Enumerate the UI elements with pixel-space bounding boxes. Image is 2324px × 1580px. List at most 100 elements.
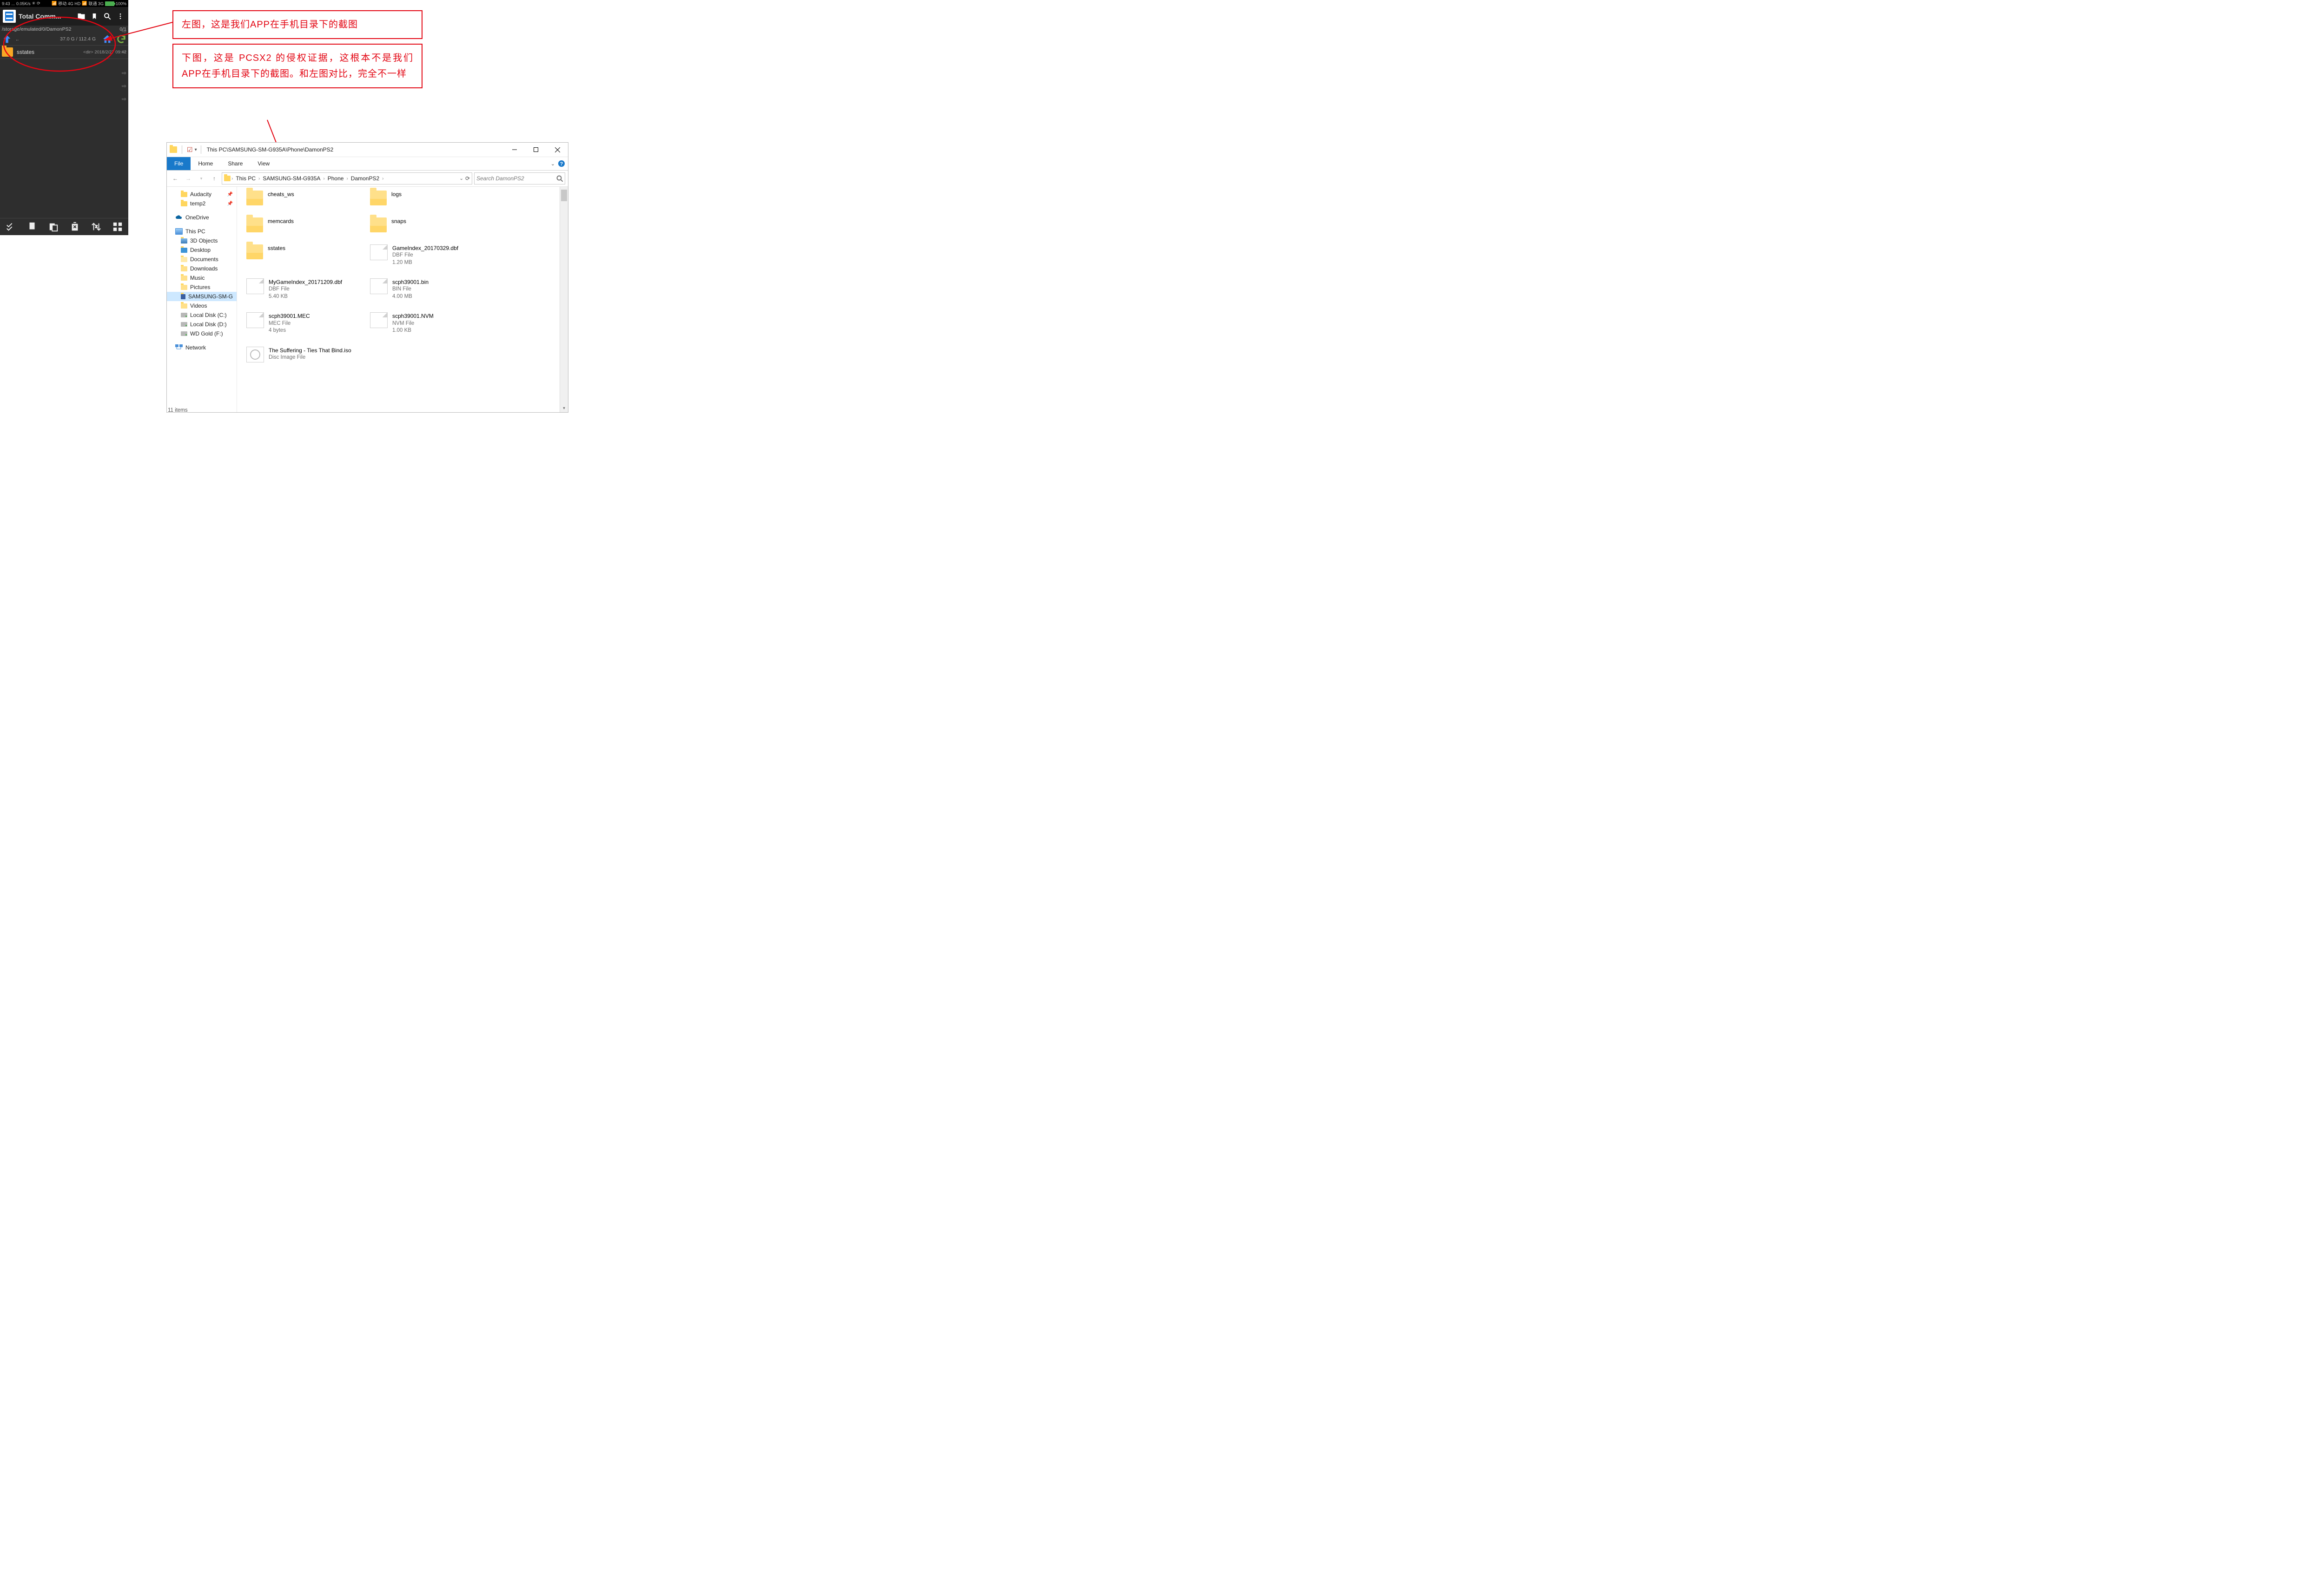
pane-right-arrow-icon[interactable]: ⇨ <box>122 28 126 34</box>
breadcrumb-dropdown-icon[interactable]: ⌄ <box>460 176 463 181</box>
chevron-right-icon[interactable]: › <box>258 176 260 181</box>
file-item[interactable]: logs <box>370 191 489 205</box>
nav-music[interactable]: Music <box>167 273 237 283</box>
nav-wd-gold[interactable]: WD Gold (F:) <box>167 329 237 338</box>
file-type-label: Disc Image File <box>269 354 351 362</box>
pane-right-arrow-icon[interactable]: ⇨ <box>122 70 126 76</box>
file-meta: <dir> 2018/2/27 09:42 <box>83 50 126 55</box>
chevron-right-icon[interactable]: › <box>382 176 383 181</box>
app-launcher-icon[interactable] <box>3 10 16 23</box>
home-icon[interactable] <box>102 34 112 44</box>
nav-desktop[interactable]: Desktop <box>167 245 237 255</box>
refresh-icon[interactable]: ⟳ <box>465 175 470 182</box>
qat-properties-icon[interactable]: ☑ <box>187 146 193 154</box>
nav-quick-access-item[interactable]: temp2📌 <box>167 199 237 208</box>
scrollbar-thumb[interactable] <box>561 190 567 201</box>
breadcrumb-segment[interactable]: DamonPS2 <box>349 175 381 182</box>
scroll-down-icon[interactable]: ▾ <box>560 404 568 412</box>
navigation-pane[interactable]: Audacity📌 temp2📌 OneDrive This PC 3D Obj… <box>167 187 237 412</box>
file-row[interactable]: sstates <dir> 2018/2/27 09:42 <box>0 45 128 59</box>
nav-up-button[interactable]: ↑ <box>209 173 220 184</box>
nav-videos[interactable]: Videos <box>167 301 237 310</box>
chevron-right-icon[interactable]: › <box>231 176 233 181</box>
copy-icon[interactable] <box>27 222 37 232</box>
nav-recent-dropdown[interactable]: ▾ <box>196 173 207 184</box>
pane-right-arrow-icon[interactable]: ⇨ <box>122 96 126 102</box>
title-bar: ☑ ▾ This PC\SAMSUNG-SM-G935A\Phone\Damon… <box>167 143 568 157</box>
file-item[interactable]: cheats_ws <box>246 191 365 205</box>
nav-documents[interactable]: Documents <box>167 255 237 264</box>
file-item[interactable]: snaps <box>370 217 489 232</box>
battery-icon <box>105 1 114 6</box>
paste-icon[interactable] <box>48 222 59 232</box>
sort-icon[interactable]: Z <box>91 222 101 232</box>
file-name: snaps <box>391 217 406 225</box>
nav-downloads[interactable]: Downloads <box>167 264 237 273</box>
file-name: scph39001.NVM <box>392 312 434 320</box>
bookmark-icon[interactable] <box>89 11 99 21</box>
folder-icon <box>370 191 387 205</box>
breadcrumb[interactable]: › This PC › SAMSUNG-SM-G935A › Phone › D… <box>222 172 472 184</box>
nav-3d-objects[interactable]: 3D Objects <box>167 236 237 245</box>
nav-back-button[interactable]: ← <box>170 173 181 184</box>
breadcrumb-segment[interactable]: Phone <box>326 175 346 182</box>
status-carrier-1: 移动 4G HD <box>58 0 80 7</box>
disc-icon <box>246 347 264 362</box>
breadcrumb-segment[interactable]: SAMSUNG-SM-G935A <box>261 175 322 182</box>
window-title: This PC\SAMSUNG-SM-G935A\Phone\DamonPS2 <box>207 146 334 153</box>
file-item[interactable]: GameIndex_20170329.dbfDBF File1.20 MB <box>370 244 489 266</box>
more-icon[interactable] <box>115 11 125 21</box>
current-path-row[interactable]: /storage/emulated/0/DamonPS2 0/1 <box>0 26 128 33</box>
file-item[interactable]: scph39001.MECMEC File4 bytes <box>246 312 365 334</box>
file-size-label: 1.00 KB <box>392 327 434 335</box>
vertical-scrollbar[interactable]: ▴ ▾ <box>560 187 568 412</box>
nav-local-disk-c[interactable]: Local Disk (C:) <box>167 310 237 320</box>
nav-pictures[interactable]: Pictures <box>167 283 237 292</box>
nav-this-pc[interactable]: This PC <box>167 227 237 236</box>
nav-network[interactable]: Network <box>167 343 237 352</box>
breadcrumb-segment[interactable]: This PC <box>234 175 257 182</box>
help-icon[interactable]: ? <box>558 160 565 167</box>
search-icon[interactable] <box>102 11 112 21</box>
select-icon[interactable] <box>6 222 16 232</box>
nav-quick-access-item[interactable]: Audacity📌 <box>167 190 237 199</box>
chevron-right-icon[interactable]: › <box>323 176 324 181</box>
tab-home[interactable]: Home <box>191 157 220 170</box>
search-input[interactable]: Search DamonPS2 <box>474 172 565 184</box>
file-item[interactable]: scph39001.binBIN File4.00 MB <box>370 278 489 300</box>
ribbon-expand-icon[interactable]: ⌄ <box>551 161 555 167</box>
file-item[interactable]: memcards <box>246 217 365 232</box>
file-item[interactable]: sstates <box>246 244 365 266</box>
search-icon[interactable] <box>556 175 563 182</box>
tab-share[interactable]: Share <box>220 157 250 170</box>
annotation-box-1: 左图，这是我们APP在手机目录下的截图 <box>172 10 423 39</box>
chevron-right-icon[interactable]: › <box>346 176 348 181</box>
nav-samsung-device[interactable]: SAMSUNG-SM-G <box>167 292 237 301</box>
file-item[interactable]: scph39001.NVMNVM File1.00 KB <box>370 312 489 334</box>
qat-dropdown-icon[interactable]: ▾ <box>195 147 197 152</box>
close-button[interactable] <box>547 143 568 157</box>
folder-pair-icon[interactable] <box>76 11 86 21</box>
up-label: .. <box>16 36 19 42</box>
refresh-icon[interactable] <box>116 34 126 44</box>
delete-icon[interactable] <box>70 222 80 232</box>
current-path: /storage/emulated/0/DamonPS2 <box>2 26 71 32</box>
maximize-button[interactable] <box>525 143 547 157</box>
breadcrumb-folder-icon <box>224 176 231 181</box>
minimize-button[interactable] <box>504 143 525 157</box>
file-name: MyGameIndex_20171209.dbf <box>269 278 342 286</box>
up-arrow-icon[interactable] <box>2 34 12 44</box>
up-nav-row[interactable]: .. 37.0 G / 112.4 G <box>0 33 128 45</box>
nav-onedrive[interactable]: OneDrive <box>167 213 237 222</box>
file-item[interactable]: The Suffering - Ties That Bind.isoDisc I… <box>246 347 365 362</box>
tab-file[interactable]: File <box>167 157 191 170</box>
tab-view[interactable]: View <box>250 157 277 170</box>
nav-local-disk-d[interactable]: Local Disk (D:) <box>167 320 237 329</box>
nav-forward-button[interactable]: → <box>183 173 194 184</box>
pane-right-arrow-icon[interactable]: ⇨ <box>122 48 126 55</box>
file-item[interactable]: MyGameIndex_20171209.dbfDBF File5.40 KB <box>246 278 365 300</box>
pane-right-arrow-icon[interactable]: ⇨ <box>122 83 126 89</box>
android-phone-screenshot: 9:43 ... 0.05K/s ✳⟳ 📶 移动 4G HD 📶 联通 3G 1… <box>0 0 128 235</box>
grid-icon[interactable] <box>112 222 123 232</box>
file-list-pane[interactable]: cheats_ws logs memcards snaps sstatesGameInd… <box>237 187 568 412</box>
